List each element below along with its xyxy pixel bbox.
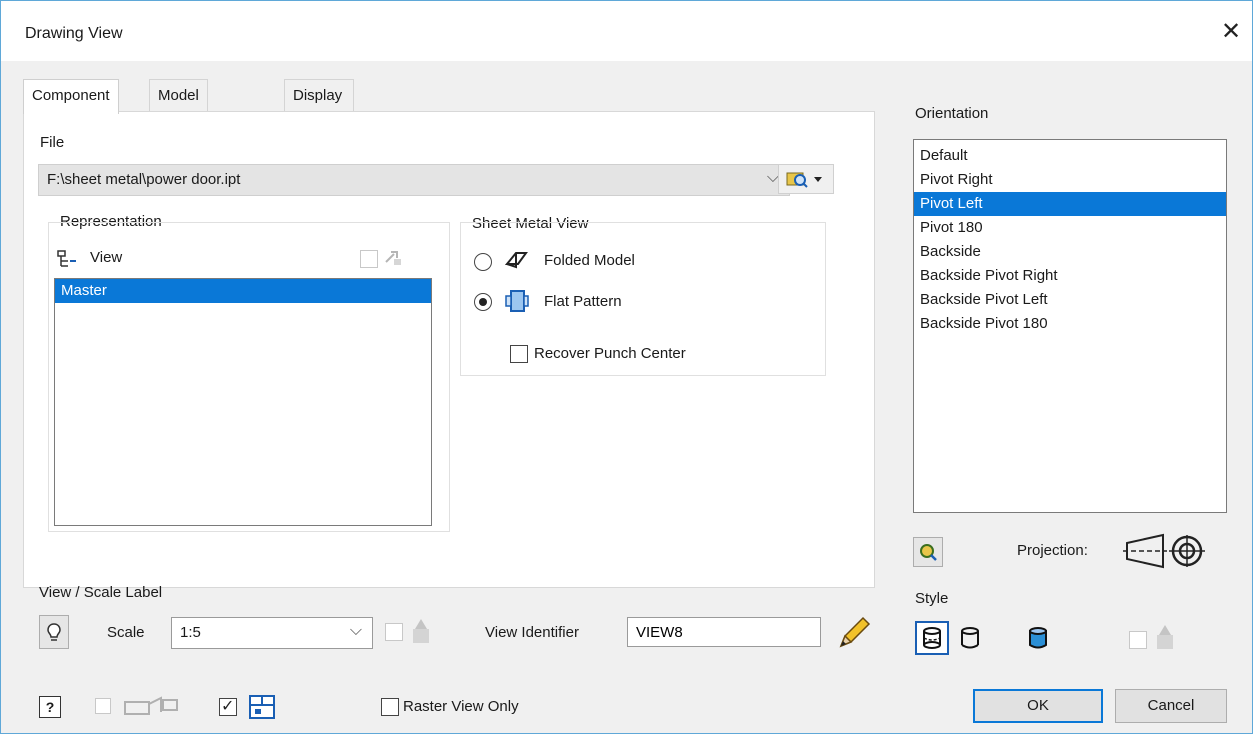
style-from-base-icon bbox=[1157, 625, 1173, 649]
third-angle-projection-icon[interactable] bbox=[1123, 533, 1213, 569]
hidden-line-icon bbox=[923, 627, 941, 649]
hidden-line-removed-icon bbox=[961, 627, 979, 649]
design-view-icon bbox=[57, 250, 76, 267]
associative-link-icon bbox=[385, 251, 401, 265]
component-tab-panel: File F:\sheet metal\power door.ipt ⌵ Rep… bbox=[23, 111, 875, 588]
edit-view-label-button[interactable] bbox=[831, 613, 875, 653]
pencil-icon bbox=[839, 616, 871, 648]
list-item[interactable]: Pivot 180 bbox=[914, 216, 1226, 240]
orientation-label: Orientation bbox=[915, 105, 989, 122]
cancel-button[interactable]: Cancel bbox=[1115, 689, 1227, 723]
edit-view-checkbox[interactable] bbox=[95, 698, 111, 714]
chevron-down-icon[interactable]: ⌵ bbox=[350, 622, 362, 640]
list-item[interactable]: Pivot Left bbox=[914, 192, 1226, 216]
list-item[interactable]: Pivot Right bbox=[914, 168, 1226, 192]
file-path-value: F:\sheet metal\power door.ipt bbox=[47, 171, 241, 188]
folded-model-radio[interactable] bbox=[474, 253, 492, 271]
hidden-line-style-button[interactable] bbox=[915, 621, 949, 655]
recover-punch-center-checkbox[interactable] bbox=[510, 345, 528, 363]
browse-file-button[interactable] bbox=[778, 164, 834, 194]
style-label: Style bbox=[915, 590, 949, 607]
show-view-checkbox[interactable] bbox=[219, 696, 237, 716]
close-icon[interactable]: ✕ bbox=[1221, 17, 1241, 46]
scale-label: Scale bbox=[107, 624, 145, 641]
list-item[interactable]: Backside Pivot Left bbox=[914, 288, 1226, 312]
hidden-line-removed-style-button[interactable] bbox=[953, 621, 987, 655]
flat-pattern-label: Flat Pattern bbox=[544, 293, 622, 310]
view-identifier-input[interactable] bbox=[627, 617, 821, 647]
list-item[interactable]: Backside bbox=[914, 240, 1226, 264]
list-item[interactable]: Master bbox=[55, 279, 431, 303]
view-identifier-label: View Identifier bbox=[485, 624, 579, 641]
custom-view-button[interactable] bbox=[913, 537, 943, 567]
flat-pattern-icon bbox=[505, 290, 529, 312]
file-label: File bbox=[40, 134, 65, 151]
custom-view-icon bbox=[920, 544, 937, 561]
shaded-icon bbox=[1029, 627, 1047, 649]
list-item[interactable]: Default bbox=[914, 144, 1226, 168]
style-from-base-checkbox[interactable] bbox=[1129, 631, 1147, 649]
scale-value: 1:5 bbox=[180, 624, 201, 641]
view-associative-checkbox[interactable] bbox=[360, 250, 378, 268]
browse-folder-icon bbox=[786, 172, 822, 188]
drawing-view-dialog: Drawing View ✕ Component Model State Dis… bbox=[0, 0, 1253, 734]
shaded-style-button[interactable] bbox=[1021, 621, 1055, 655]
toggle-label-visibility-button[interactable] bbox=[39, 615, 69, 649]
tab-display-options[interactable]: Display Options bbox=[284, 79, 354, 136]
tab-model-state[interactable]: Model State bbox=[149, 79, 208, 136]
edit-view-icon bbox=[124, 696, 178, 715]
folded-model-label: Folded Model bbox=[544, 252, 635, 269]
scale-combo[interactable]: 1:5 ⌵ bbox=[171, 617, 373, 649]
ok-button[interactable]: OK bbox=[973, 689, 1103, 723]
flat-pattern-radio[interactable] bbox=[474, 293, 492, 311]
tab-component[interactable]: Component bbox=[23, 79, 119, 114]
list-item[interactable]: Backside Pivot Right bbox=[914, 264, 1226, 288]
dialog-title: Drawing View bbox=[25, 25, 123, 42]
raster-view-only-label: Raster View Only bbox=[403, 698, 519, 715]
lightbulb-icon bbox=[47, 623, 61, 641]
list-item[interactable]: Backside Pivot 180 bbox=[914, 312, 1226, 336]
folded-model-icon bbox=[504, 252, 528, 269]
view-label: View bbox=[90, 249, 123, 266]
view-layout-icon bbox=[249, 695, 275, 719]
view-scale-label: View / Scale Label bbox=[39, 584, 163, 601]
file-path-combo[interactable]: F:\sheet metal\power door.ipt ⌵ bbox=[38, 164, 790, 196]
raster-view-only-checkbox[interactable] bbox=[381, 698, 399, 716]
scale-from-base-checkbox[interactable] bbox=[385, 623, 403, 641]
title-bar: Drawing View ✕ bbox=[1, 1, 1252, 61]
projection-label: Projection: bbox=[1017, 542, 1088, 559]
help-icon: ? bbox=[45, 699, 55, 715]
representation-listbox[interactable]: Master bbox=[54, 278, 432, 526]
help-button[interactable]: ? bbox=[39, 696, 61, 718]
scale-from-base-icon bbox=[413, 619, 429, 643]
recover-punch-center-label: Recover Punch Center bbox=[534, 345, 686, 362]
orientation-listbox[interactable]: Default Pivot Right Pivot Left Pivot 180… bbox=[913, 139, 1227, 513]
